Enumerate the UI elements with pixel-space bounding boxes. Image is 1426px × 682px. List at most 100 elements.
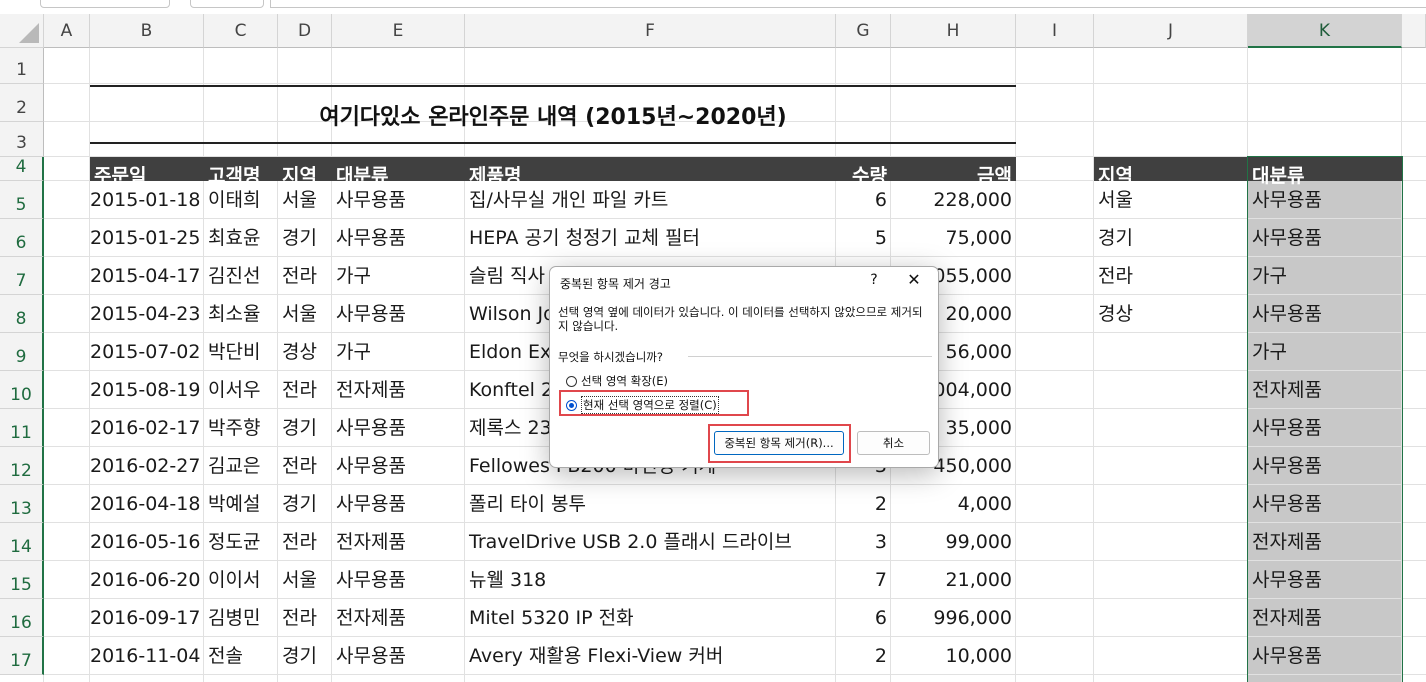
table-cell[interactable]: 전자제품 <box>336 371 406 409</box>
table-cell[interactable]: 이서우 <box>208 371 260 409</box>
table-cell[interactable]: 사무용품 <box>336 219 406 257</box>
table-cell[interactable]: 박단비 <box>208 333 260 371</box>
table-cell[interactable]: 사무용품 <box>336 485 406 523</box>
row-header-8[interactable]: 8 <box>0 295 44 333</box>
side-category-cell[interactable]: 전자제품 <box>1252 523 1322 561</box>
name-box[interactable] <box>40 0 170 8</box>
table-cell[interactable]: 10,000 <box>891 637 1012 675</box>
row-header-10[interactable]: 10 <box>0 371 44 409</box>
table-cell[interactable]: 최소율 <box>208 295 260 333</box>
row-header-1[interactable]: 1 <box>0 48 44 84</box>
table-cell[interactable]: 2015-07-02 <box>90 333 200 371</box>
table-cell[interactable]: HEPA 공기 청정기 교체 필터 <box>469 219 700 257</box>
table-cell[interactable]: 99,000 <box>891 523 1012 561</box>
column-header-e[interactable]: E <box>332 14 465 48</box>
table-cell[interactable]: 사무용품 <box>336 409 406 447</box>
table-cell[interactable]: 2 <box>836 637 887 675</box>
table-cell[interactable]: 슬림 직사 <box>469 257 545 295</box>
table-cell[interactable]: 996,000 <box>891 599 1012 637</box>
column-header-h[interactable]: H <box>891 14 1016 48</box>
side-category-cell[interactable]: 사무용품 <box>1252 637 1322 675</box>
table-cell[interactable]: 김병민 <box>208 599 260 637</box>
table-cell[interactable]: 뉴웰 318 <box>469 561 546 599</box>
table-cell[interactable]: Avery 재활용 Flexi-View 커버 <box>469 637 723 675</box>
table-cell[interactable]: 전라 <box>282 523 317 561</box>
row-header-13[interactable]: 13 <box>0 485 44 523</box>
table-cell[interactable]: 전라 <box>282 371 317 409</box>
side-region-cell[interactable]: 경상 <box>1098 295 1133 333</box>
table-cell[interactable]: 경기 <box>282 409 317 447</box>
side-category-cell[interactable]: 사무용품 <box>1252 181 1322 219</box>
column-header-g[interactable]: G <box>836 14 891 48</box>
column-header-j[interactable]: J <box>1094 14 1248 48</box>
row-header-14[interactable]: 14 <box>0 523 44 561</box>
radio-expand-selection[interactable]: 선택 영역 확장(E) <box>566 373 668 389</box>
table-cell[interactable]: 가구 <box>336 333 371 371</box>
row-header-7[interactable]: 7 <box>0 257 44 295</box>
row-header-9[interactable]: 9 <box>0 333 44 371</box>
table-cell[interactable]: 집/사무실 개인 파일 카트 <box>469 181 668 219</box>
table-cell[interactable]: 박예설 <box>208 485 260 523</box>
table-cell[interactable]: 김교은 <box>208 447 260 485</box>
table-cell[interactable]: 6 <box>836 599 887 637</box>
table-cell[interactable]: 사무용품 <box>336 295 406 333</box>
side-category-cell[interactable]: 전자제품 <box>1252 599 1322 637</box>
table-cell[interactable]: 2016-05-16 <box>90 523 200 561</box>
side-category-cell[interactable]: 사무용품 <box>1252 409 1322 447</box>
column-header-d[interactable]: D <box>278 14 332 48</box>
table-cell[interactable]: 박주향 <box>208 409 260 447</box>
column-header-a[interactable]: A <box>44 14 90 48</box>
table-cell[interactable]: 이태희 <box>208 181 260 219</box>
table-cell[interactable]: 2015-04-17 <box>90 257 200 295</box>
remove-duplicates-button[interactable]: 중복된 항목 제거(R)... <box>714 431 844 455</box>
table-cell[interactable]: 2 <box>836 485 887 523</box>
table-cell[interactable]: 전라 <box>282 599 317 637</box>
row-header-4[interactable]: 4 <box>0 157 44 181</box>
table-cell[interactable]: 21,000 <box>891 561 1012 599</box>
row-header-15[interactable]: 15 <box>0 561 44 599</box>
table-cell[interactable]: Mitel 5320 IP 전화 <box>469 599 634 637</box>
table-cell[interactable]: 경상 <box>282 333 317 371</box>
table-cell[interactable]: 2015-01-18 <box>90 181 200 219</box>
side-region-cell[interactable]: 서울 <box>1098 181 1133 219</box>
table-cell[interactable]: 폴리 타이 봉투 <box>469 485 586 523</box>
side-category-cell[interactable]: 가구 <box>1252 257 1287 295</box>
table-cell[interactable]: TravelDrive USB 2.0 플래시 드라이브 <box>469 523 792 561</box>
table-cell[interactable]: 2016-02-27 <box>90 447 200 485</box>
table-cell[interactable]: 사무용품 <box>336 447 406 485</box>
row-header-11[interactable]: 11 <box>0 409 44 447</box>
table-cell[interactable]: 전자제품 <box>336 523 406 561</box>
table-cell[interactable]: 전라 <box>282 257 317 295</box>
table-cell[interactable]: 서울 <box>282 561 317 599</box>
column-header-c[interactable]: C <box>204 14 278 48</box>
table-cell[interactable]: 6 <box>836 181 887 219</box>
cancel-button[interactable]: 취소 <box>857 431 930 455</box>
table-cell[interactable]: 7 <box>836 561 887 599</box>
row-header-17[interactable]: 17 <box>0 637 44 675</box>
side-region-cell[interactable]: 경기 <box>1098 219 1133 257</box>
side-category-cell[interactable]: 사무용품 <box>1252 295 1322 333</box>
table-cell[interactable]: 75,000 <box>891 219 1012 257</box>
table-cell[interactable]: 이이서 <box>208 561 260 599</box>
row-header-6[interactable]: 6 <box>0 219 44 257</box>
column-header-b[interactable]: B <box>90 14 204 48</box>
close-icon[interactable]: ✕ <box>902 270 926 289</box>
side-region-cell[interactable]: 전라 <box>1098 257 1133 295</box>
side-category-cell[interactable]: 사무용품 <box>1252 561 1322 599</box>
row-header-5[interactable]: 5 <box>0 181 44 219</box>
table-cell[interactable]: 2016-02-17 <box>90 409 200 447</box>
table-cell[interactable]: 경기 <box>282 219 317 257</box>
table-cell[interactable]: 3 <box>836 523 887 561</box>
table-cell[interactable]: 4,000 <box>891 485 1012 523</box>
table-cell[interactable]: 2016-11-04 <box>90 637 200 675</box>
table-cell[interactable]: 228,000 <box>891 181 1012 219</box>
radio-current-selection[interactable]: 현재 선택 영역으로 정렬(C) <box>566 396 719 414</box>
column-header-i[interactable]: I <box>1016 14 1094 48</box>
row-header-3[interactable]: 3 <box>0 122 44 157</box>
table-cell[interactable]: 경기 <box>282 637 317 675</box>
table-cell[interactable]: 전솔 <box>208 637 243 675</box>
help-icon[interactable]: ? <box>864 272 884 288</box>
table-cell[interactable]: 전자제품 <box>336 599 406 637</box>
side-category-cell[interactable]: 사무용품 <box>1252 485 1322 523</box>
table-cell[interactable]: 5 <box>836 219 887 257</box>
